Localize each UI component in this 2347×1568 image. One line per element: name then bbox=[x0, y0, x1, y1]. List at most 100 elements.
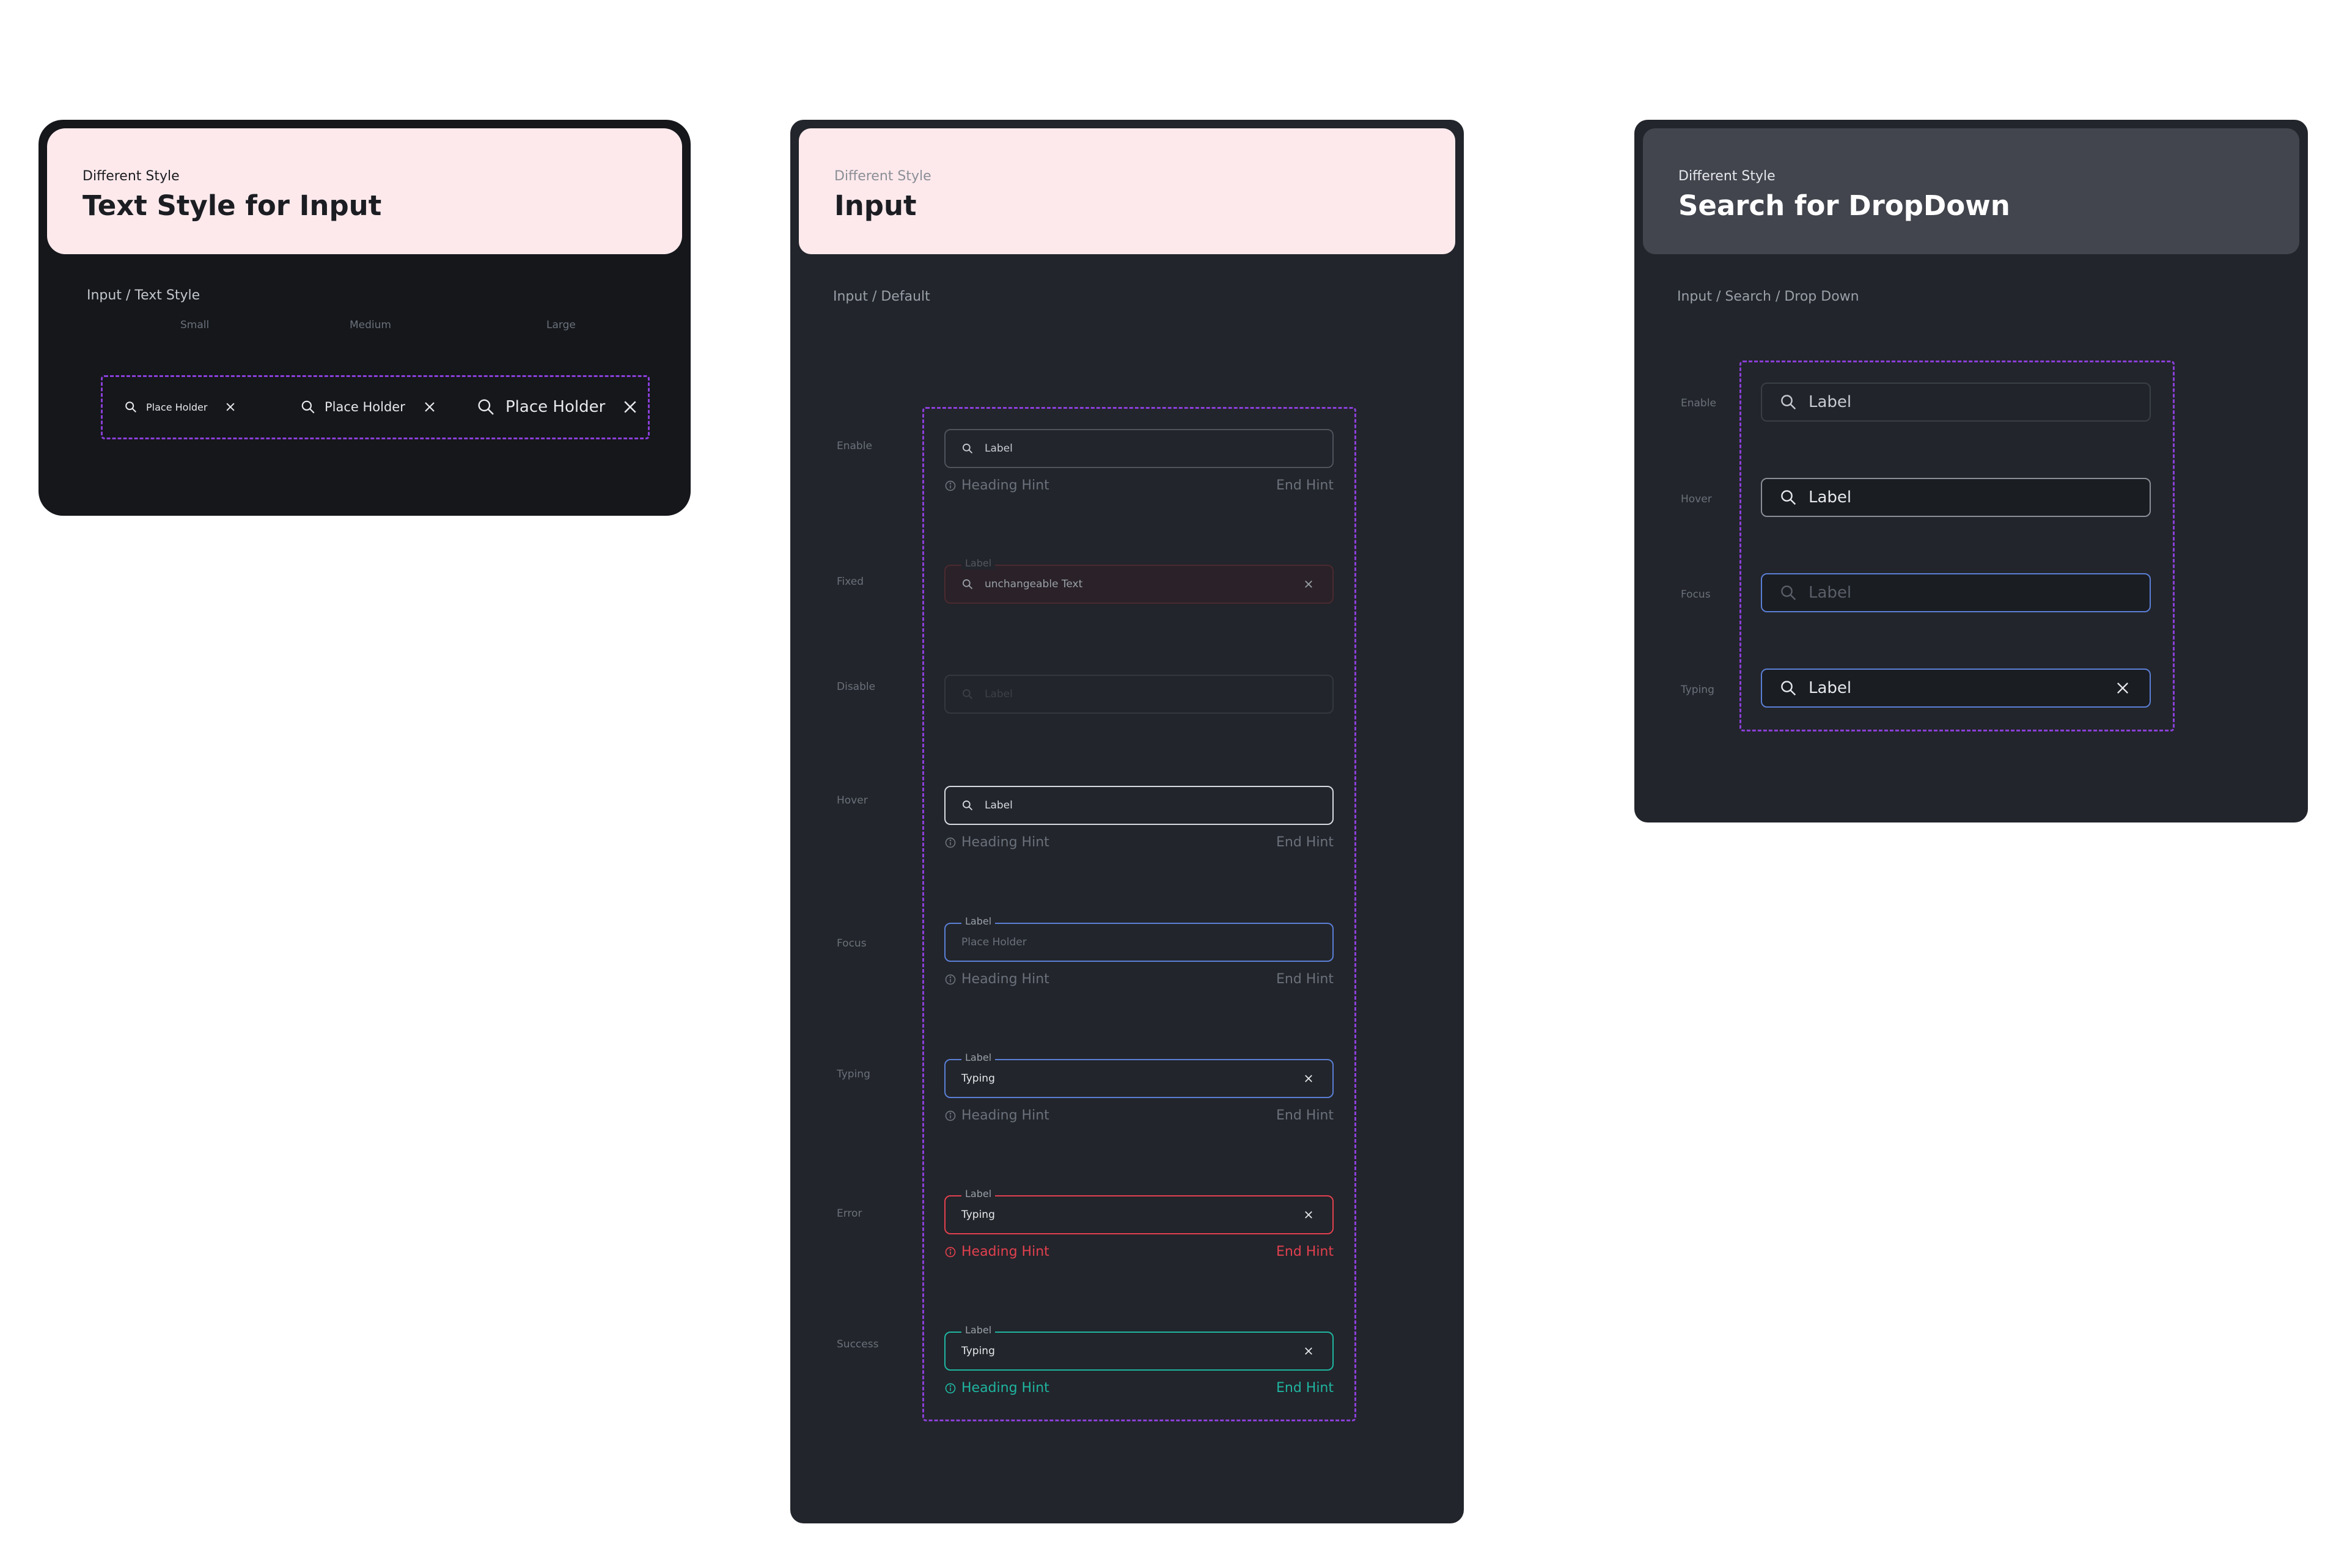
search-icon bbox=[124, 400, 138, 414]
dropdown-search-enable[interactable]: Label bbox=[1761, 383, 2151, 422]
floating-label: Label bbox=[961, 1052, 996, 1064]
hint-text: Heading Hint bbox=[961, 1244, 1049, 1259]
heading-hint: Heading Hint bbox=[944, 835, 1049, 850]
header-subtitle: Different Style bbox=[834, 169, 931, 184]
input-focus[interactable]: Label Place Holder bbox=[944, 915, 1334, 962]
close-icon bbox=[1303, 579, 1314, 590]
state-label-fixed: Fixed bbox=[837, 576, 864, 588]
input-success[interactable]: Label Typing bbox=[944, 1324, 1334, 1371]
header-title: Input bbox=[834, 189, 917, 222]
state-label-focus: Focus bbox=[1681, 588, 1711, 601]
state-label-enable: Enable bbox=[837, 440, 872, 452]
close-icon[interactable] bbox=[1303, 1073, 1314, 1084]
heading-hint: Heading Hint bbox=[944, 972, 1049, 987]
section-label: Input / Default bbox=[833, 289, 930, 304]
input-typing[interactable]: Label Typing bbox=[944, 1052, 1334, 1098]
hint-text: Heading Hint bbox=[961, 835, 1049, 850]
info-icon bbox=[944, 973, 957, 986]
input-text: Label bbox=[1809, 393, 1852, 411]
end-hint: End Hint bbox=[1276, 1108, 1334, 1123]
placeholder-text: Place Holder bbox=[961, 936, 1027, 948]
placeholder-text: Label bbox=[1809, 584, 1852, 602]
heading-hint: Heading Hint bbox=[944, 1380, 1049, 1396]
search-icon bbox=[1779, 679, 1798, 697]
panel-header: Different Style Input bbox=[799, 128, 1455, 254]
input-text: Label bbox=[985, 799, 1013, 811]
text-style-small[interactable]: Place Holder bbox=[124, 400, 237, 414]
text-style-medium[interactable]: Place Holder bbox=[300, 398, 437, 416]
hint-text: Heading Hint bbox=[961, 1108, 1049, 1123]
input-enable[interactable]: Label bbox=[944, 429, 1334, 468]
state-label-typing: Typing bbox=[837, 1068, 870, 1080]
heading-hint: Heading Hint bbox=[944, 1244, 1049, 1259]
input-error[interactable]: Label Typing bbox=[944, 1188, 1334, 1234]
panel-header: Different Style Text Style for Input bbox=[47, 128, 682, 254]
info-icon bbox=[944, 1246, 957, 1258]
header-subtitle: Different Style bbox=[83, 169, 180, 184]
info-icon bbox=[944, 1382, 957, 1394]
state-label-hover: Hover bbox=[837, 794, 868, 807]
dropdown-search-hover[interactable]: Label bbox=[1761, 478, 2151, 517]
search-icon bbox=[961, 442, 974, 455]
hint-text: Heading Hint bbox=[961, 478, 1049, 493]
search-icon bbox=[1779, 584, 1798, 602]
input-text: unchangeable Text bbox=[985, 578, 1083, 590]
placeholder-text: Place Holder bbox=[146, 401, 208, 413]
state-label-focus: Focus bbox=[837, 937, 867, 950]
info-icon bbox=[944, 837, 957, 849]
input-fixed: Label unchangeable Text bbox=[944, 557, 1334, 604]
close-icon[interactable] bbox=[224, 401, 237, 413]
search-icon bbox=[1779, 393, 1798, 411]
header-title: Text Style for Input bbox=[83, 189, 382, 222]
state-label-hover: Hover bbox=[1681, 493, 1712, 505]
state-label-success: Success bbox=[837, 1338, 879, 1350]
input-panel: Different Style Input Input / Default En… bbox=[790, 120, 1464, 1523]
dropdown-search-panel: Different Style Search for DropDown Inpu… bbox=[1634, 120, 2308, 822]
dropdown-search-typing[interactable]: Label bbox=[1761, 669, 2151, 708]
input-disable: Label bbox=[944, 675, 1334, 714]
floating-label: Label bbox=[961, 915, 996, 928]
text-style-large[interactable]: Place Holder bbox=[476, 396, 639, 418]
heading-hint: Heading Hint bbox=[944, 1108, 1049, 1123]
close-icon[interactable] bbox=[1303, 1209, 1314, 1220]
state-label-disable: Disable bbox=[837, 681, 876, 693]
state-label-error: Error bbox=[837, 1207, 862, 1220]
end-hint: End Hint bbox=[1276, 1380, 1334, 1396]
search-icon bbox=[300, 399, 316, 415]
placeholder-text: Place Holder bbox=[325, 400, 405, 414]
text-style-panel: Different Style Text Style for Input Inp… bbox=[39, 120, 691, 516]
info-icon bbox=[944, 480, 957, 492]
floating-label: Label bbox=[961, 1324, 996, 1336]
input-text: Typing bbox=[961, 1345, 995, 1357]
info-icon bbox=[944, 1110, 957, 1122]
end-hint: End Hint bbox=[1276, 835, 1334, 850]
state-label-enable: Enable bbox=[1681, 397, 1716, 409]
heading-hint: Heading Hint bbox=[944, 478, 1049, 493]
column-label-small: Small bbox=[180, 319, 210, 331]
search-icon bbox=[476, 397, 496, 417]
hint-text: Heading Hint bbox=[961, 1380, 1049, 1396]
close-icon[interactable] bbox=[1303, 1346, 1314, 1357]
floating-label: Label bbox=[961, 557, 996, 570]
search-icon bbox=[961, 688, 974, 700]
hint-text: Heading Hint bbox=[961, 972, 1049, 987]
input-text: Label bbox=[1809, 488, 1852, 507]
input-text: Typing bbox=[961, 1209, 995, 1221]
column-label-medium: Medium bbox=[350, 319, 391, 331]
end-hint: End Hint bbox=[1276, 478, 1334, 493]
close-icon[interactable] bbox=[422, 400, 437, 414]
header-subtitle: Different Style bbox=[1678, 169, 1776, 184]
dropdown-search-focus[interactable]: Label bbox=[1761, 573, 2151, 612]
close-icon[interactable] bbox=[621, 398, 639, 416]
close-icon[interactable] bbox=[2114, 680, 2131, 697]
state-label-typing: Typing bbox=[1681, 684, 1714, 696]
search-icon bbox=[961, 578, 974, 590]
input-text: Label bbox=[985, 442, 1013, 455]
input-hover[interactable]: Label bbox=[944, 786, 1334, 825]
section-label: Input / Search / Drop Down bbox=[1677, 289, 1859, 304]
input-text: Label bbox=[1809, 679, 1852, 697]
input-text: Label bbox=[985, 688, 1013, 700]
placeholder-text: Place Holder bbox=[505, 398, 606, 416]
column-label-large: Large bbox=[546, 319, 576, 331]
input-text: Typing bbox=[961, 1072, 995, 1085]
